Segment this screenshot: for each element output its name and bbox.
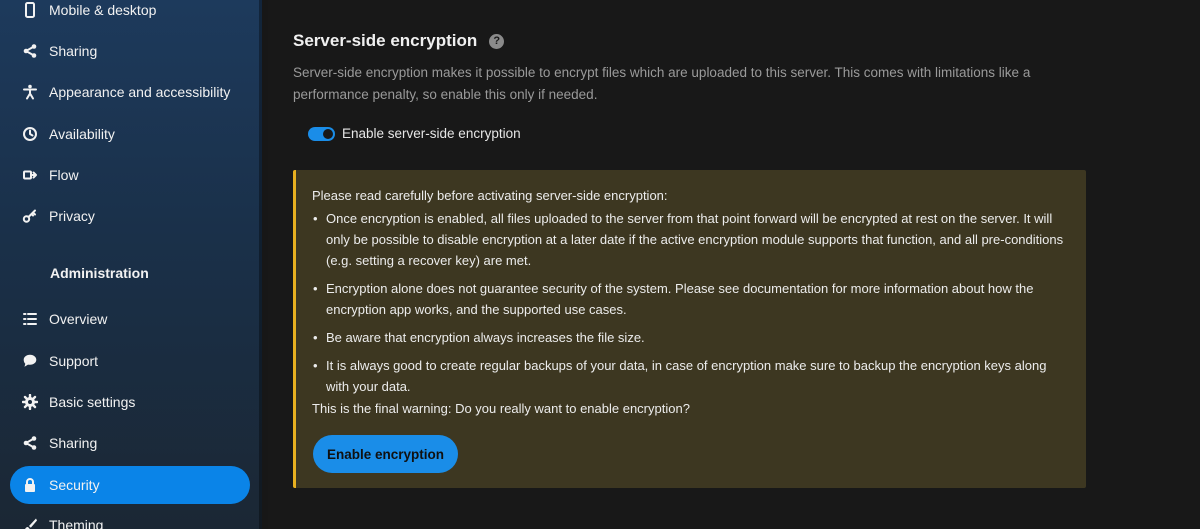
sidebar-item-label: Appearance and accessibility (49, 84, 231, 100)
page-title: Server-side encryption (293, 31, 478, 50)
sidebar-item-overview[interactable]: Overview (10, 300, 250, 338)
accessibility-icon (21, 83, 39, 101)
enable-encryption-toggle-row[interactable]: Enable server-side encryption (308, 126, 521, 141)
sidebar-item-mobile-desktop[interactable]: Mobile & desktop (10, 0, 250, 29)
help-icon[interactable]: ? (489, 33, 505, 49)
sidebar-item-admin-sharing[interactable]: Sharing (10, 424, 250, 462)
chat-bubble-icon (21, 352, 39, 370)
sidebar-item-security[interactable]: Security (10, 466, 250, 504)
lock-icon (21, 476, 39, 494)
sidebar-item-label: Sharing (49, 43, 98, 59)
toggle-label: Enable server-side encryption (342, 126, 521, 141)
gear-icon (21, 393, 39, 411)
sidebar-item-label: Theming (49, 517, 104, 529)
enable-encryption-toggle[interactable] (308, 126, 335, 141)
list-item: Be aware that encryption always increase… (312, 327, 1070, 348)
sidebar-item-support[interactable]: Support (10, 342, 250, 380)
sidebar-item-label: Flow (49, 167, 79, 183)
clock-icon (21, 125, 39, 143)
sidebar-item-sharing[interactable]: Sharing (10, 32, 250, 70)
sidebar-item-availability[interactable]: Availability (10, 115, 250, 153)
sidebar-item-label: Security (49, 477, 100, 493)
sidebar-item-label: Overview (49, 311, 108, 327)
sidebar-item-label: Support (49, 353, 99, 369)
sidebar-item-basic-settings[interactable]: Basic settings (10, 383, 250, 421)
section-title: Server-side encryption ? (293, 31, 505, 51)
settings-content: Server-side encryption ? Server-side enc… (268, 0, 1200, 529)
sidebar-item-label: Availability (49, 126, 115, 142)
brush-icon (21, 516, 39, 529)
enable-encryption-button[interactable]: Enable encryption (313, 435, 459, 473)
sidebar-item-label: Sharing (49, 435, 98, 451)
warning-intro: Please read carefully before activating … (312, 188, 668, 203)
sidebar-item-label: Mobile & desktop (49, 2, 157, 18)
phone-icon (21, 1, 39, 19)
sidebar-item-label: Basic settings (49, 394, 136, 410)
list-item: Encryption alone does not guarantee secu… (312, 278, 1070, 320)
sidebar-item-privacy[interactable]: Privacy (10, 197, 250, 235)
key-icon (21, 207, 39, 225)
list-icon (21, 310, 39, 328)
sidebar-item-theming[interactable]: Theming (10, 506, 250, 529)
settings-sidebar: Mobile & desktop Sharing Appearance and … (0, 0, 262, 529)
final-warning: This is the final warning: Do you really… (312, 401, 690, 416)
administration-heading: Administration (50, 265, 149, 281)
share-icon (21, 42, 39, 60)
list-item: It is always good to create regular back… (312, 355, 1070, 397)
share-icon (21, 434, 39, 452)
sidebar-item-label: Privacy (49, 208, 95, 224)
sidebar-item-appearance[interactable]: Appearance and accessibility (10, 73, 250, 111)
list-item: Once encryption is enabled, all files up… (312, 208, 1070, 271)
encryption-warning-box: Please read carefully before activating … (293, 170, 1086, 488)
warning-list: Once encryption is enabled, all files up… (312, 208, 1070, 397)
sidebar-item-flow[interactable]: Flow (10, 156, 250, 194)
section-description: Server-side encryption makes it possible… (293, 65, 1031, 102)
flow-icon (21, 166, 39, 184)
